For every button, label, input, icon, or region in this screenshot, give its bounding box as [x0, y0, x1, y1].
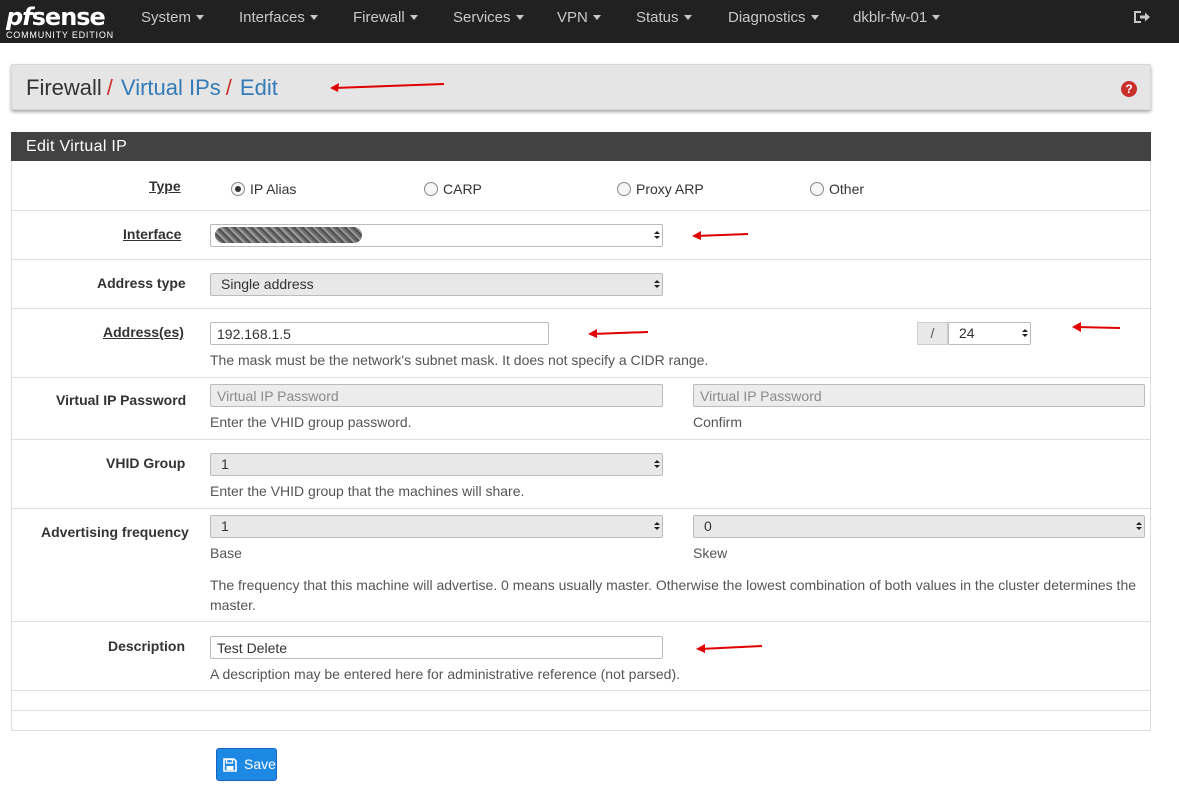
vip-password-label: Virtual IP Password — [56, 392, 187, 408]
nav-menu-status[interactable]: Status — [636, 0, 692, 35]
caret-down-icon — [309, 14, 318, 20]
logo-wordmark: pfsense — [6, 3, 106, 31]
radio-selected-icon — [231, 182, 245, 196]
caret-down-icon — [683, 14, 692, 20]
help-icon[interactable]: ? — [1121, 81, 1137, 97]
nav-menu-firewall[interactable]: Firewall — [353, 0, 418, 35]
breadcrumb-firewall: Firewall — [26, 75, 102, 100]
caret-down-icon — [810, 14, 819, 20]
adv-freq-base-select[interactable]: 1 — [210, 515, 663, 538]
select-arrows-icon — [653, 228, 661, 243]
adv-freq-help: The frequency that this machine will adv… — [210, 577, 1137, 613]
type-radio-ip-alias[interactable]: IP Alias — [231, 181, 311, 198]
nav-menu-interfaces[interactable]: Interfaces — [239, 0, 318, 35]
nav-menu-services[interactable]: Services — [453, 0, 524, 35]
top-navbar: pfsense COMMUNITY EDITION System Interfa… — [0, 0, 1179, 43]
adv-freq-skew-help: Skew — [693, 545, 728, 561]
address-type-select[interactable]: Single address — [210, 273, 663, 296]
breadcrumb-virtual-ips-link[interactable]: Virtual IPs — [121, 75, 221, 100]
save-button[interactable]: Save — [216, 748, 277, 781]
radio-unselected-icon — [810, 182, 824, 196]
vip-password-input[interactable] — [210, 384, 663, 407]
vip-password-help: Enter the VHID group password. — [210, 414, 412, 430]
select-arrows-icon — [1135, 519, 1143, 534]
address-input[interactable] — [210, 322, 549, 345]
description-help: A description may be entered here for ad… — [210, 666, 681, 682]
vip-password-confirm-help: Confirm — [693, 414, 743, 430]
type-radio-proxy-arp[interactable]: Proxy ARP — [617, 181, 717, 198]
redacted-value — [215, 227, 362, 243]
mask-select[interactable]: 24 — [948, 322, 1031, 345]
address-help: The mask must be the network's subnet ma… — [210, 352, 709, 368]
sign-out-icon[interactable] — [1133, 9, 1151, 25]
breadcrumb-edit-link[interactable]: Edit — [240, 75, 278, 100]
adv-freq-base-help: Base — [210, 545, 242, 561]
annotation-arrow-icon — [1072, 322, 1121, 332]
annotation-arrow-icon — [696, 644, 763, 653]
nav-menu-hostname[interactable]: dkblr-fw-01 — [853, 0, 941, 35]
nav-menu-system[interactable]: System — [141, 0, 205, 35]
adv-freq-label: Advertising frequency — [41, 524, 189, 540]
mask-slash-addon: / — [917, 322, 948, 345]
address-label: Address(es) — [103, 324, 184, 340]
caret-down-icon — [515, 14, 524, 20]
breadcrumb-bar: Firewall / Virtual IPs / Edit ? — [11, 64, 1151, 110]
panel-title: Edit Virtual IP — [11, 132, 1151, 161]
breadcrumb-separator: / — [225, 75, 232, 100]
breadcrumb: Firewall / Virtual IPs / Edit — [26, 75, 278, 101]
select-arrows-icon — [653, 457, 661, 472]
type-label: Type — [149, 178, 181, 194]
interface-label: Interface — [123, 226, 182, 242]
caret-down-icon — [592, 14, 601, 20]
caret-down-icon — [409, 14, 418, 20]
nav-menu-diagnostics[interactable]: Diagnostics — [728, 0, 819, 35]
description-label: Description — [108, 638, 186, 654]
address-type-label: Address type — [97, 275, 186, 291]
pfsense-logo[interactable]: pfsense COMMUNITY EDITION — [6, 2, 118, 42]
description-input[interactable] — [210, 636, 663, 659]
select-arrows-icon — [653, 519, 661, 534]
adv-freq-skew-select[interactable]: 0 — [693, 515, 1145, 538]
vhid-group-help: Enter the VHID group that the machines w… — [210, 483, 525, 499]
annotation-arrow-icon — [330, 83, 445, 92]
select-arrows-icon — [1021, 326, 1029, 341]
vip-password-confirm-input[interactable] — [693, 384, 1145, 407]
vhid-group-select[interactable]: 1 — [210, 453, 663, 476]
caret-down-icon — [196, 14, 205, 20]
radio-unselected-icon — [424, 182, 438, 196]
save-icon — [223, 758, 237, 772]
logo-subtitle: COMMUNITY EDITION — [6, 30, 114, 40]
radio-unselected-icon — [617, 182, 631, 196]
interface-select[interactable] — [210, 224, 663, 247]
type-radio-carp[interactable]: CARP — [424, 181, 494, 198]
select-arrows-icon — [653, 277, 661, 292]
nav-menu-vpn[interactable]: VPN — [557, 0, 601, 35]
vhid-group-label: VHID Group — [106, 455, 186, 471]
caret-down-icon — [932, 14, 941, 20]
annotation-arrow-icon — [588, 329, 649, 338]
breadcrumb-separator: / — [106, 75, 113, 100]
type-radio-other[interactable]: Other — [810, 181, 880, 198]
annotation-arrow-icon — [692, 231, 749, 240]
